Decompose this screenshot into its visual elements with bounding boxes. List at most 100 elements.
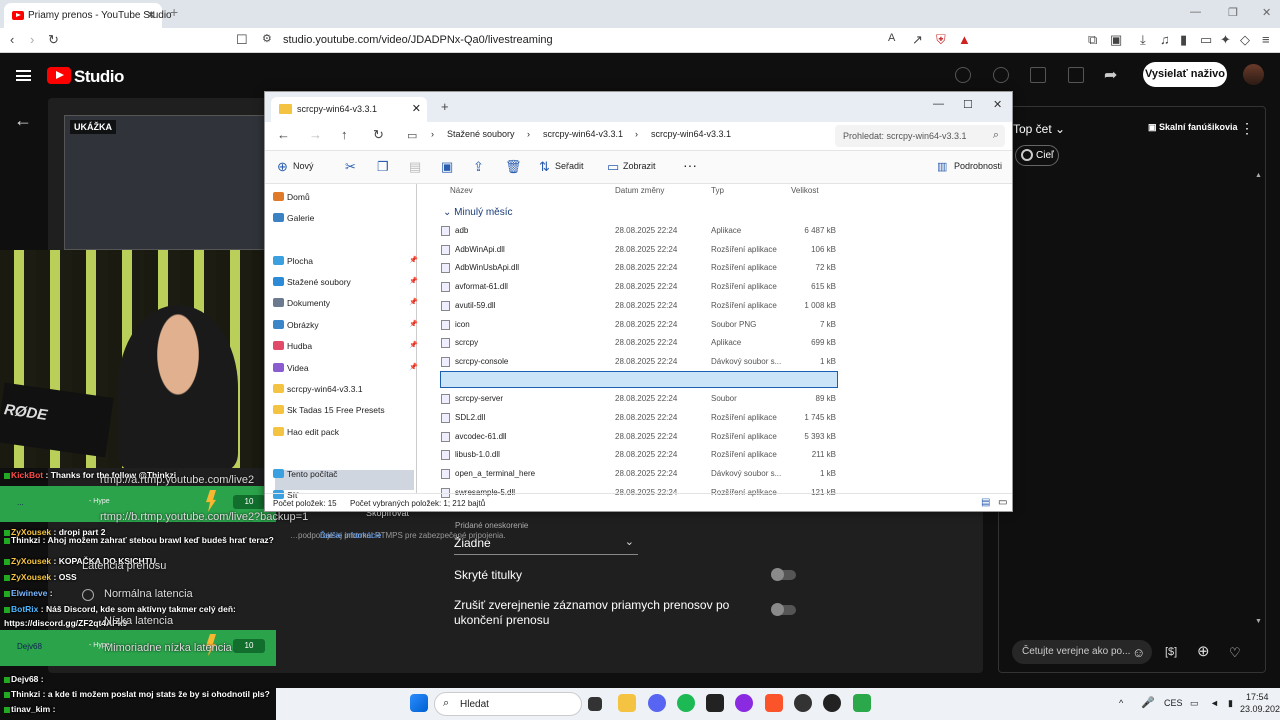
- view-button[interactable]: Zobrazit: [623, 161, 656, 171]
- breadcrumb-item[interactable]: scrcpy-win64-v3.3.1: [651, 129, 731, 139]
- site-info-icon[interactable]: ⚙: [262, 32, 272, 45]
- sidebar-item[interactable]: Videa 📌: [273, 363, 418, 373]
- add-icon[interactable]: ⊕: [1197, 642, 1210, 660]
- col-date[interactable]: Datum změny: [615, 186, 664, 195]
- sidebar-item[interactable]: Domů: [273, 192, 310, 202]
- download-icon[interactable]: ⤓: [1140, 32, 1146, 48]
- back-icon[interactable]: ‹: [10, 32, 14, 47]
- battery-icon[interactable]: ▮: [1228, 698, 1233, 709]
- music-icon[interactable]: ♫: [1160, 32, 1170, 47]
- file-row[interactable]: scrcpy 28.08.2025 22:24 Aplikace 699 kB: [428, 334, 1010, 350]
- reload-icon[interactable]: ↻: [48, 32, 59, 48]
- file-row[interactable]: AdbWinUsbApi.dll 28.08.2025 22:24 Rozšířen…: [428, 259, 1010, 275]
- new-tab-icon[interactable]: +: [441, 99, 449, 114]
- breadcrumb-item[interactable]: scrcpy-win64-v3.3.1: [543, 129, 623, 139]
- microphone-icon[interactable]: 🎤: [1141, 696, 1155, 709]
- latency-option-low[interactable]: Nízka latencia: [104, 615, 173, 627]
- col-size[interactable]: Velikost: [791, 186, 819, 195]
- share-icon[interactable]: ⇪: [473, 159, 484, 175]
- new-button[interactable]: Nový: [293, 161, 314, 171]
- back-icon[interactable]: ←: [277, 127, 290, 142]
- app-icon[interactable]: [794, 694, 812, 712]
- maximize-icon[interactable]: ☐: [963, 98, 973, 111]
- details-icon[interactable]: ▥: [937, 160, 947, 173]
- pin-icon[interactable]: 📌: [409, 320, 418, 328]
- task-view-icon[interactable]: [588, 697, 602, 711]
- latency-option-normal[interactable]: Normálna latencia: [104, 588, 193, 600]
- close-tab-icon[interactable]: ✕: [412, 102, 421, 115]
- tiles-view-icon[interactable]: ▭: [998, 497, 1007, 508]
- chat-mode-select[interactable]: Top čet ⌄: [1013, 122, 1065, 136]
- unlist-toggle[interactable]: [771, 603, 796, 616]
- avatar[interactable]: [1243, 64, 1264, 85]
- share-icon[interactable]: ➦: [1104, 65, 1117, 85]
- top-fans-button[interactable]: ▣ Skalní fanúšikovia: [1148, 122, 1238, 133]
- details-view-icon[interactable]: ▤: [981, 497, 990, 508]
- search-input[interactable]: Prohledat: scrcpy-win64-v3.3.1 ⌕: [835, 125, 1005, 147]
- latency-option-ultra-low[interactable]: Mimoriadne nízka latencia: [104, 642, 232, 654]
- file-row[interactable]: avutil-59.dll 28.08.2025 22:24 Rozšíření a…: [428, 297, 1010, 313]
- back-arrow-icon[interactable]: ←: [14, 110, 32, 131]
- file-row[interactable]: avcodec-61.dll 28.08.2025 22:24 Rozšíření …: [428, 428, 1010, 444]
- translate-icon[interactable]: A: [888, 32, 895, 44]
- rename-icon[interactable]: ▣: [441, 159, 453, 175]
- go-live-button[interactable]: Vysielať naživo: [1143, 62, 1227, 87]
- chat-scrollbar[interactable]: ▲ ▼: [1255, 172, 1262, 632]
- delete-icon[interactable]: 🗑: [505, 159, 522, 175]
- forward-icon[interactable]: →: [309, 127, 322, 142]
- capcut-app-icon[interactable]: [706, 694, 724, 712]
- shield-icon[interactable]: ⛨: [936, 32, 946, 48]
- sidebar-item[interactable]: Tento počítač: [273, 469, 338, 479]
- monetization-icon[interactable]: [955, 67, 971, 83]
- computer-icon[interactable]: ▭: [407, 129, 417, 142]
- ai-icon[interactable]: ✦: [1220, 32, 1231, 48]
- pin-icon[interactable]: 📌: [409, 341, 418, 349]
- minimize-icon[interactable]: —: [1190, 6, 1201, 18]
- up-icon[interactable]: ↑: [341, 127, 348, 142]
- more-info-link[interactable]: Ďalšie informácie: [320, 531, 381, 540]
- browser-menu-icon[interactable]: ≡: [1262, 32, 1270, 47]
- app-icon[interactable]: [823, 694, 841, 712]
- browser-tab[interactable]: Priamy prenos - YouTube Studio ✕: [4, 3, 172, 28]
- tray-expand-icon[interactable]: ^: [1119, 698, 1123, 708]
- share-icon[interactable]: ↗: [912, 32, 923, 48]
- breadcrumb-item[interactable]: Stažené soubory: [447, 129, 515, 139]
- discord-app-icon[interactable]: [648, 694, 666, 712]
- sidebar-item[interactable]: Obrázky 📌: [273, 320, 418, 330]
- scroll-up-icon[interactable]: ▲: [1255, 172, 1262, 179]
- goal-button[interactable]: Cieľ: [1015, 145, 1059, 166]
- col-type[interactable]: Typ: [711, 186, 724, 195]
- wallet-icon[interactable]: ▭: [1200, 32, 1212, 48]
- details-button[interactable]: Podrobnosti: [954, 161, 1002, 171]
- captions-toggle[interactable]: [771, 568, 796, 581]
- more-icon[interactable]: ···: [683, 157, 697, 173]
- network-icon[interactable]: ▭: [1190, 698, 1199, 709]
- bookmark-icon[interactable]: ☐: [236, 32, 248, 48]
- clock-date[interactable]: 23.09.2025: [1240, 704, 1280, 714]
- super-chat-icon[interactable]: [$]: [1165, 646, 1177, 658]
- menu-icon[interactable]: [16, 70, 31, 81]
- clock-time[interactable]: 17:54: [1246, 692, 1269, 702]
- new-tab-icon[interactable]: +: [170, 4, 178, 20]
- language-indicator[interactable]: CES: [1164, 698, 1183, 708]
- brave-app-icon[interactable]: [765, 694, 783, 712]
- scroll-down-icon[interactable]: ▼: [1255, 618, 1262, 625]
- bookmark-icon[interactable]: [1068, 67, 1084, 83]
- volume-icon[interactable]: ◄: [1210, 698, 1219, 708]
- restore-icon[interactable]: ❐: [1228, 6, 1238, 19]
- file-row[interactable]: AdbWinApi.dll 28.08.2025 22:24 Rozšíření a…: [428, 241, 1010, 257]
- sidebar-item[interactable]: Hao edit pack: [273, 427, 339, 437]
- edit-icon[interactable]: [1030, 67, 1046, 83]
- file-row[interactable]: scrcpy-server 28.08.2025 22:24 Soubor 89 kB: [428, 390, 1010, 406]
- file-explorer-app-icon[interactable]: [618, 694, 636, 712]
- pin-icon[interactable]: 📌: [409, 298, 418, 306]
- sidebar-item[interactable]: scrcpy-win64-v3.3.1: [273, 384, 363, 394]
- spotify-app-icon[interactable]: [677, 694, 695, 712]
- forward-icon[interactable]: ›: [30, 32, 34, 47]
- tab-icon[interactable]: ▣: [1110, 32, 1122, 48]
- extensions-icon[interactable]: ⧉: [1088, 32, 1097, 48]
- warning-icon[interactable]: ▲: [958, 32, 971, 47]
- minimize-icon[interactable]: —: [933, 98, 944, 110]
- file-row[interactable]: avformat-61.dll 28.08.2025 22:24 Rozšíření…: [428, 278, 1010, 294]
- heart-icon[interactable]: ♡: [1229, 645, 1241, 661]
